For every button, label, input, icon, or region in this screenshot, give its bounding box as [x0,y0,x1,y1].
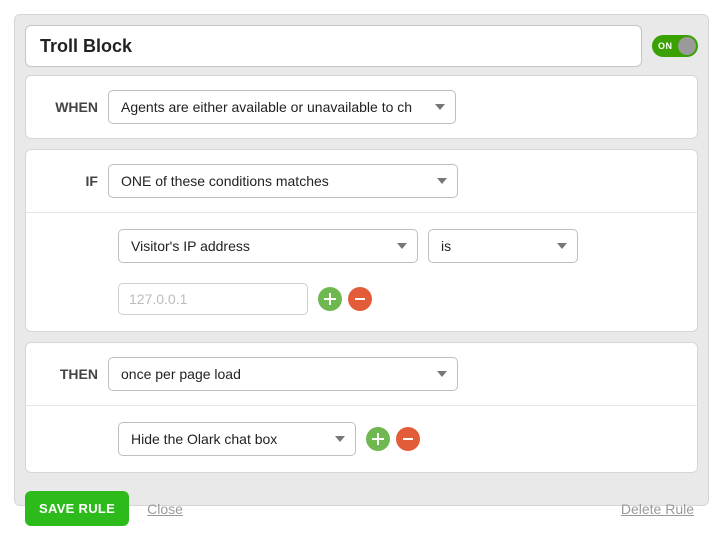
rule-enabled-toggle[interactable]: ON [652,35,698,57]
then-block: THEN once per page load Hide the Olark c… [25,342,698,473]
when-block: WHEN Agents are either available or unav… [25,75,698,139]
when-trigger-value: Agents are either available or unavailab… [121,99,412,115]
if-match-mode-value: ONE of these conditions matches [121,173,329,189]
toggle-knob [678,37,696,55]
rule-name-input[interactable] [25,25,642,67]
chevron-down-icon [437,178,447,184]
rule-header: ON [15,15,708,75]
chevron-down-icon [435,104,445,110]
if-match-mode-select[interactable]: ONE of these conditions matches [108,164,458,198]
when-row: WHEN Agents are either available or unav… [26,76,697,138]
minus-icon[interactable] [348,287,372,311]
if-block: IF ONE of these conditions matches Visit… [25,149,698,332]
when-label: WHEN [40,99,98,115]
delete-rule-link[interactable]: Delete Rule [621,501,694,517]
rule-editor-panel: ON WHEN Agents are either available or u… [14,14,709,506]
chevron-down-icon [335,436,345,442]
plus-icon[interactable] [366,427,390,451]
close-link[interactable]: Close [147,501,183,517]
toggle-on-label: ON [658,41,673,51]
then-action-value: Hide the Olark chat box [131,431,277,447]
save-rule-button[interactable]: SAVE RULE [25,491,129,526]
then-label: THEN [40,366,98,382]
plus-icon[interactable] [318,287,342,311]
condition-operator-select[interactable]: is [428,229,578,263]
condition-actions [318,287,372,311]
minus-icon[interactable] [396,427,420,451]
then-action-select[interactable]: Hide the Olark chat box [118,422,356,456]
chevron-down-icon [557,243,567,249]
when-trigger-select[interactable]: Agents are either available or unavailab… [108,90,456,124]
if-condition-row: Visitor's IP address is [26,212,697,331]
then-action-row: Hide the Olark chat box [26,405,697,472]
then-frequency-value: once per page load [121,366,241,382]
action-actions [366,427,420,451]
then-row: THEN once per page load [26,343,697,405]
condition-field-value: Visitor's IP address [131,238,250,254]
if-label: IF [40,173,98,189]
condition-operator-value: is [441,238,451,254]
condition-field-select[interactable]: Visitor's IP address [118,229,418,263]
chevron-down-icon [437,371,447,377]
rule-footer: SAVE RULE Close Delete Rule [15,483,708,540]
condition-value-input[interactable] [118,283,308,315]
then-frequency-select[interactable]: once per page load [108,357,458,391]
if-row: IF ONE of these conditions matches [26,150,697,212]
chevron-down-icon [397,243,407,249]
